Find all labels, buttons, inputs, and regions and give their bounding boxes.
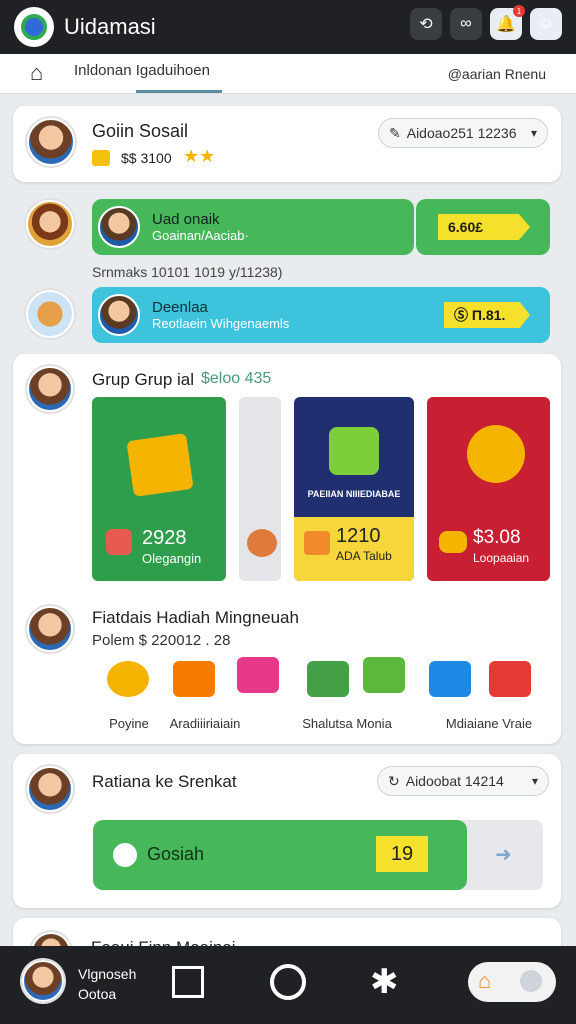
refresh-icon: ↻ (388, 772, 400, 789)
star-icon: ★★ (183, 146, 216, 166)
pastry-icon (247, 529, 277, 557)
task-row-subtitle: Goainan/Aaciab· (152, 228, 249, 243)
gift-box-icon[interactable] (489, 661, 531, 697)
notification-icon[interactable]: 🔔 1 (490, 5, 525, 40)
group-tile-2[interactable]: PAEIIAN NIIIEDIABAE 1210 ADA Talub (294, 397, 414, 581)
app-title: Uidamasi (64, 14, 156, 39)
star-icon[interactable]: ✱ (370, 962, 399, 1002)
row-avatar-2[interactable] (26, 290, 74, 338)
prize-label: Mdiaiane Vraie (445, 716, 533, 731)
avatar (98, 294, 140, 336)
gift-cube-icon (329, 427, 379, 475)
prizes-title: Fiatdais Hadiah Mingneuah (92, 608, 299, 627)
tile-caption: Loopaaian (473, 551, 530, 565)
account-selector[interactable]: ✎ Aidoao251 12236 ▾ (378, 118, 548, 148)
chevron-down-icon: ▾ (530, 126, 537, 140)
sub-navigation: ⌂ Inldonan Igaduihoen @aarian Rnenu (0, 54, 576, 94)
tile-caption: Olegangin (142, 551, 202, 566)
rows-caption: Srnmaks 10101 1019 y/11238) (92, 264, 283, 280)
group-tile-1[interactable]: 2928 Olegangin (92, 397, 226, 581)
task-row-title: Uad onaik (152, 211, 220, 228)
app-logo[interactable] (14, 7, 54, 47)
group-amount: $eloo 435 (201, 370, 272, 387)
group-card: Grup Grup ial $eloo 435 2928 Olegangin P… (13, 354, 561, 744)
gift-box-icon[interactable] (237, 657, 279, 693)
profile-card: Goiin Sosail $$ 3100 ★★ ✎ Aidoao251 1223… (13, 106, 561, 182)
prizes-subtitle: Polem $ 220012 . 28 (92, 632, 231, 649)
avatar[interactable] (27, 118, 75, 166)
bottom-navigation: Vlgnoseh Ootoa ✱ ⌂ (0, 946, 576, 1024)
gift-box-icon[interactable] (429, 661, 471, 697)
tile-value: 2928 (142, 527, 187, 549)
reward-tag[interactable]: 6.60£ (438, 214, 530, 240)
trophy-icon[interactable] (107, 661, 149, 697)
menu-link[interactable]: @aarian Rnenu (448, 66, 546, 82)
claim-button[interactable]: Gosiah 19 (93, 820, 467, 890)
reward-card-title: Ratiana ke Srenkat (92, 772, 237, 791)
tile-caption: ADA Talub (336, 549, 392, 563)
user-avatar[interactable] (22, 960, 64, 1002)
home-icon: ⌂ (478, 968, 492, 993)
coin-icon (439, 531, 467, 553)
breadcrumb[interactable]: Inldonan Igaduihoen (74, 62, 210, 79)
user-status: Ootoa (78, 986, 117, 1002)
reward-tag[interactable]: Ⓢ Π.81. (444, 302, 530, 328)
group-title: Grup Grup ial (92, 370, 195, 389)
gift-box-icon[interactable] (307, 661, 349, 697)
tab-indicator (136, 90, 222, 93)
task-row-2[interactable]: Deenlaa Reotlaein Wihgenaemls Ⓢ Π.81. (92, 287, 550, 343)
top-app-bar: Uidamasi ⟲ ∞ 🔔 1 ☺ (0, 0, 576, 54)
prizes-avatar[interactable] (27, 606, 73, 652)
chevron-down-icon: ▾ (531, 774, 538, 788)
group-tile-placeholder[interactable] (239, 397, 281, 581)
notification-badge: 1 (513, 5, 525, 17)
reward-selector[interactable]: ↻ Aidoobat 14214 ▾ (377, 766, 549, 796)
tile-value: 1210 (336, 525, 381, 547)
avatar (98, 206, 140, 248)
coin-balance: $$ 3100 (121, 150, 172, 166)
task-row-1[interactable]: Uad onaik Goainan/Aaciab· (92, 199, 414, 255)
edit-icon: ✎ (389, 124, 401, 141)
gift-box-icon[interactable] (363, 657, 405, 693)
share-arrow-icon: ➜ (495, 844, 512, 866)
prize-label: Shalutsa Monia (302, 716, 392, 731)
gift-box-icon[interactable] (173, 661, 215, 697)
prize-label: Aradiiiriaiain (169, 716, 241, 731)
check-circle-icon (113, 843, 137, 867)
infinity-icon[interactable]: ∞ (450, 8, 482, 40)
avatar[interactable] (27, 766, 73, 812)
reward-card: Ratiana ke Srenkat ↻ Aidoobat 14214 ▾ ➜ … (13, 754, 561, 908)
account-selector-label: Aidoao251 12236 (406, 125, 517, 141)
tile-banner: PAEIIAN NIIIEDIABAE (307, 489, 401, 499)
record-icon[interactable] (270, 964, 306, 1000)
home-icon[interactable]: ⌂ (30, 60, 43, 86)
group-avatar[interactable] (27, 366, 73, 412)
tile-footer: 1210 ADA Talub (294, 517, 414, 581)
treasure-box-icon (126, 433, 194, 497)
row-avatar-1[interactable] (26, 200, 74, 248)
task-row-subtitle: Reotlaein Wihgenaemls (152, 316, 290, 331)
group-tile-3[interactable]: $3.08 Loopaaian (427, 397, 550, 581)
calendar-icon (106, 529, 132, 555)
profile-name: Goiin Sosail (92, 121, 189, 141)
tile-value: $3.08 (473, 527, 521, 548)
claim-badge: 19 (376, 836, 428, 872)
task-row-title: Deenlaa (152, 299, 208, 316)
user-icon (520, 970, 542, 992)
task-row-1-reward-panel[interactable]: 6.60£ (416, 199, 550, 255)
home-toggle[interactable]: ⌂ (468, 962, 556, 1002)
edit-icon[interactable] (172, 966, 204, 998)
claim-button-label: Gosiah (147, 844, 205, 864)
coin-icon (304, 531, 330, 555)
link-icon[interactable]: ⟲ (410, 8, 442, 40)
reward-selector-label: Aidoobat 14214 (405, 773, 504, 789)
profile-icon[interactable]: ☺ (530, 8, 562, 40)
user-name: Vlgnoseh (78, 966, 137, 982)
coin-icon (92, 150, 110, 166)
coin-pile-icon (467, 425, 525, 483)
